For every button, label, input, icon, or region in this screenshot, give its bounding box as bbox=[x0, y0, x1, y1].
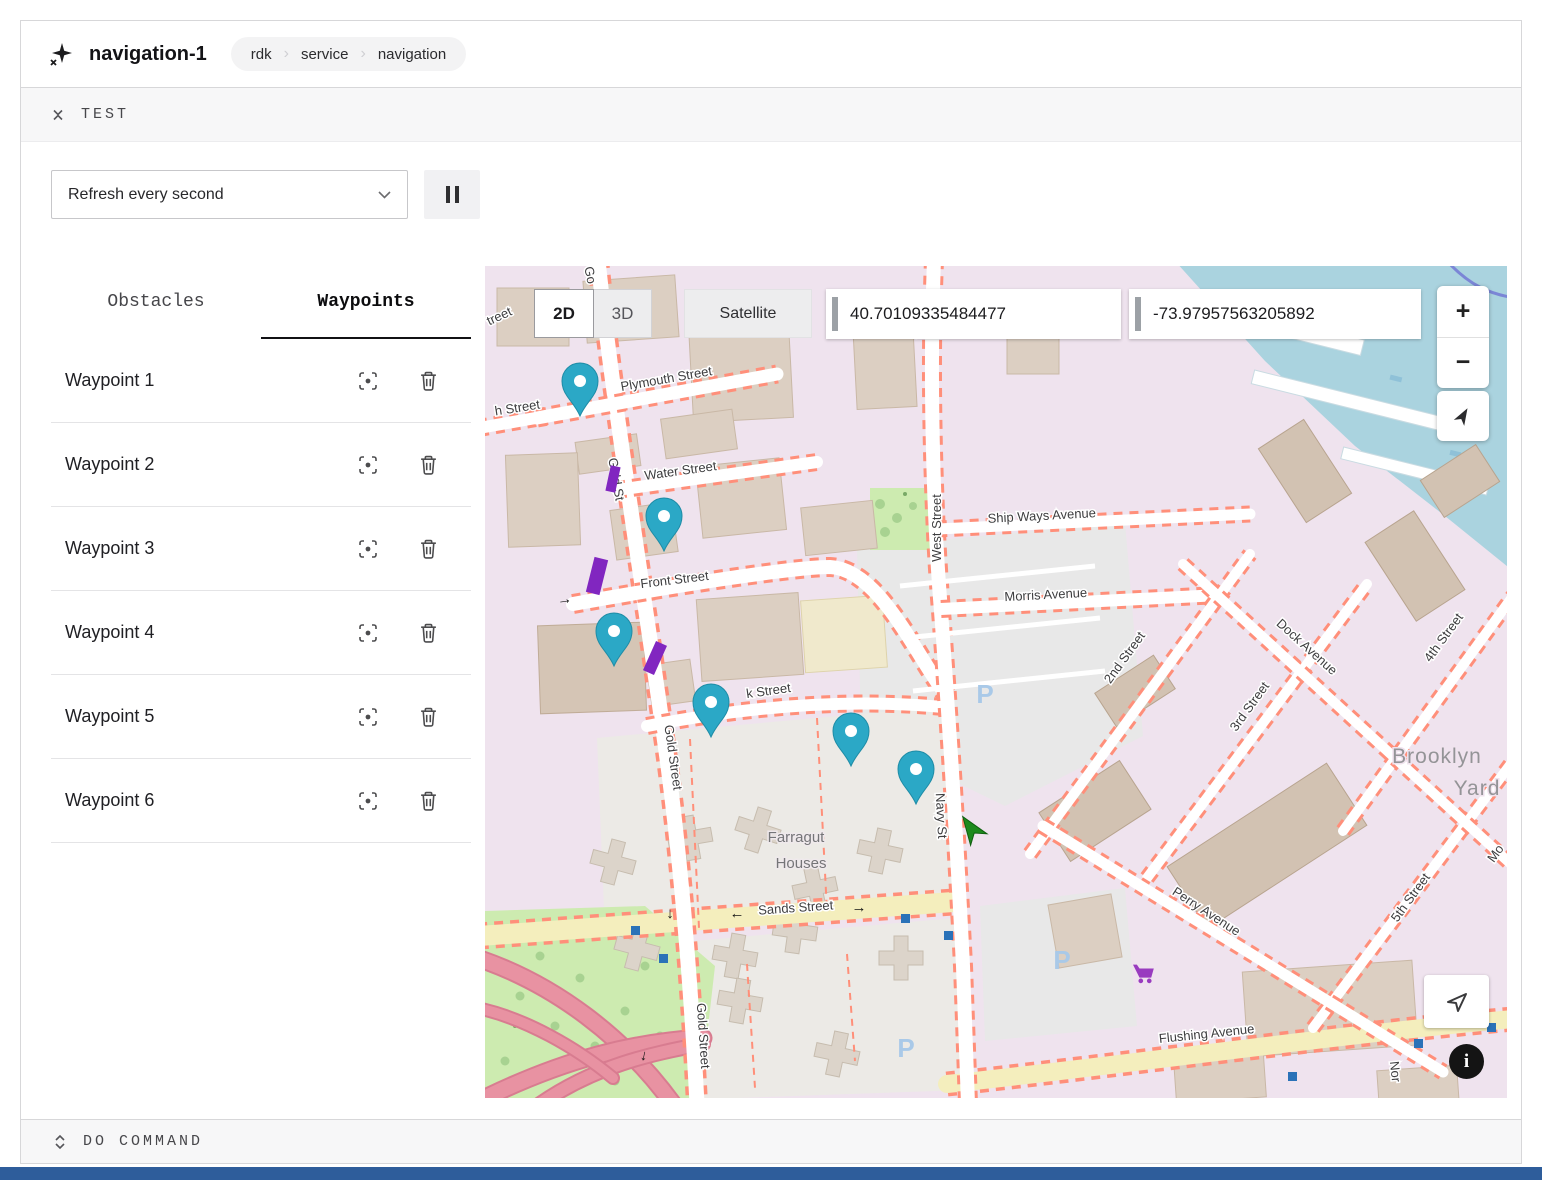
delete-waypoint-button[interactable] bbox=[411, 700, 445, 734]
locate-button[interactable] bbox=[1424, 975, 1489, 1028]
svg-text:Brooklyn: Brooklyn bbox=[1392, 745, 1482, 768]
breadcrumb-navigation[interactable]: navigation bbox=[366, 46, 458, 63]
test-section-label: TEST bbox=[81, 106, 129, 123]
waypoint-row: Waypoint 6 bbox=[51, 759, 471, 843]
pause-icon bbox=[455, 186, 459, 203]
svg-text:←: ← bbox=[730, 905, 745, 922]
longitude-value: -73.97957563205892 bbox=[1153, 304, 1315, 324]
refresh-select-value: Refresh every second bbox=[68, 186, 378, 204]
pause-button[interactable] bbox=[424, 170, 480, 219]
waypoint-row: Waypoint 3 bbox=[51, 507, 471, 591]
parking-symbol: P bbox=[897, 1033, 914, 1063]
focus-waypoint-button[interactable] bbox=[351, 616, 385, 650]
waypoint-label: Waypoint 1 bbox=[65, 370, 325, 391]
latitude-value: 40.70109335484477 bbox=[850, 304, 1006, 324]
svg-text:Houses: Houses bbox=[776, 855, 827, 872]
longitude-input[interactable]: -73.97957563205892 bbox=[1129, 289, 1421, 339]
trash-icon bbox=[420, 371, 437, 391]
tab-waypoints[interactable]: Waypoints bbox=[261, 266, 471, 339]
compass-button[interactable] bbox=[1437, 391, 1489, 441]
tab-obstacles[interactable]: Obstacles bbox=[51, 266, 261, 339]
navigation-arrow-icon bbox=[1445, 990, 1469, 1014]
map-tiles: P P P treet Go h Street Plymouth Street … bbox=[485, 266, 1507, 1098]
svg-text:Yard: Yard bbox=[1454, 777, 1501, 800]
focus-icon bbox=[358, 455, 378, 475]
trash-icon bbox=[420, 455, 437, 475]
focus-icon bbox=[358, 623, 378, 643]
focus-waypoint-button[interactable] bbox=[351, 700, 385, 734]
svg-text:Nor: Nor bbox=[1387, 1060, 1404, 1083]
trash-icon bbox=[420, 623, 437, 643]
waypoint-label: Waypoint 6 bbox=[65, 790, 325, 811]
svg-text:↓: ↓ bbox=[666, 905, 674, 922]
svg-text:Navy St: Navy St bbox=[933, 793, 950, 840]
drag-handle-icon bbox=[832, 297, 838, 331]
waypoint-label: Waypoint 2 bbox=[65, 454, 325, 475]
map-canvas[interactable]: P P P treet Go h Street Plymouth Street … bbox=[485, 266, 1507, 1098]
trash-icon bbox=[420, 791, 437, 811]
test-section-bar[interactable]: TEST bbox=[21, 88, 1521, 142]
breadcrumb-rdk[interactable]: rdk bbox=[239, 46, 284, 63]
focus-icon bbox=[358, 539, 378, 559]
refresh-controls: Refresh every second bbox=[51, 170, 1521, 219]
map-2d-button[interactable]: 2D bbox=[534, 289, 594, 338]
svg-text:→: → bbox=[852, 899, 867, 916]
focus-icon bbox=[358, 371, 378, 391]
zoom-in-button[interactable]: + bbox=[1437, 286, 1489, 337]
left-panel: Obstacles Waypoints Waypoint 1 Waypoint … bbox=[51, 266, 471, 1119]
delete-waypoint-button[interactable] bbox=[411, 364, 445, 398]
refresh-select[interactable]: Refresh every second bbox=[51, 170, 408, 219]
latitude-input[interactable]: 40.70109335484477 bbox=[826, 289, 1121, 339]
delete-waypoint-button[interactable] bbox=[411, 448, 445, 482]
breadcrumb: rdk › service › navigation bbox=[231, 37, 466, 71]
delete-waypoint-button[interactable] bbox=[411, 532, 445, 566]
navigation-card: navigation-1 rdk › service › navigation … bbox=[20, 20, 1522, 1164]
collapse-icon bbox=[51, 107, 65, 123]
drag-handle-icon bbox=[1135, 297, 1141, 331]
navigation-service-icon bbox=[48, 41, 74, 67]
waypoint-label: Waypoint 5 bbox=[65, 706, 325, 727]
zoom-out-button[interactable]: − bbox=[1437, 338, 1489, 389]
do-command-section-label: DO COMMAND bbox=[83, 1133, 203, 1150]
waypoint-label: Waypoint 3 bbox=[65, 538, 325, 559]
focus-icon bbox=[358, 791, 378, 811]
svg-text:Farragut: Farragut bbox=[768, 829, 826, 846]
waypoint-row: Waypoint 2 bbox=[51, 423, 471, 507]
compass-needle-icon bbox=[1453, 406, 1473, 426]
focus-icon bbox=[358, 707, 378, 727]
bottom-bar bbox=[0, 1167, 1542, 1180]
svg-text:West Street: West Street bbox=[929, 494, 944, 562]
waypoint-row: Waypoint 5 bbox=[51, 675, 471, 759]
map-mode-toggle: 2D 3D bbox=[534, 289, 652, 338]
expand-icon bbox=[53, 1134, 67, 1150]
map-3d-button[interactable]: 3D bbox=[594, 289, 652, 338]
focus-waypoint-button[interactable] bbox=[351, 364, 385, 398]
waypoint-label: Waypoint 4 bbox=[65, 622, 325, 643]
waypoint-row: Waypoint 4 bbox=[51, 591, 471, 675]
trash-icon bbox=[420, 707, 437, 727]
satellite-button[interactable]: Satellite bbox=[684, 289, 812, 338]
breadcrumb-service[interactable]: service bbox=[289, 46, 361, 63]
main-content: Obstacles Waypoints Waypoint 1 Waypoint … bbox=[21, 219, 1521, 1119]
header: navigation-1 rdk › service › navigation bbox=[21, 21, 1521, 88]
focus-waypoint-button[interactable] bbox=[351, 532, 385, 566]
info-button[interactable]: i bbox=[1449, 1044, 1484, 1079]
chevron-down-icon bbox=[378, 191, 391, 199]
focus-waypoint-button[interactable] bbox=[351, 448, 385, 482]
trash-icon bbox=[420, 539, 437, 559]
do-command-section-bar[interactable]: DO COMMAND bbox=[21, 1119, 1521, 1163]
page-title: navigation-1 bbox=[89, 43, 207, 66]
parking-symbol: P bbox=[1053, 945, 1070, 975]
pause-icon bbox=[446, 186, 450, 203]
focus-waypoint-button[interactable] bbox=[351, 784, 385, 818]
delete-waypoint-button[interactable] bbox=[411, 616, 445, 650]
tabs: Obstacles Waypoints bbox=[51, 266, 471, 339]
parking-symbol: P bbox=[976, 679, 993, 709]
delete-waypoint-button[interactable] bbox=[411, 784, 445, 818]
waypoint-row: Waypoint 1 bbox=[51, 339, 471, 423]
svg-text:→: → bbox=[556, 590, 573, 609]
zoom-control: + − bbox=[1437, 286, 1489, 388]
